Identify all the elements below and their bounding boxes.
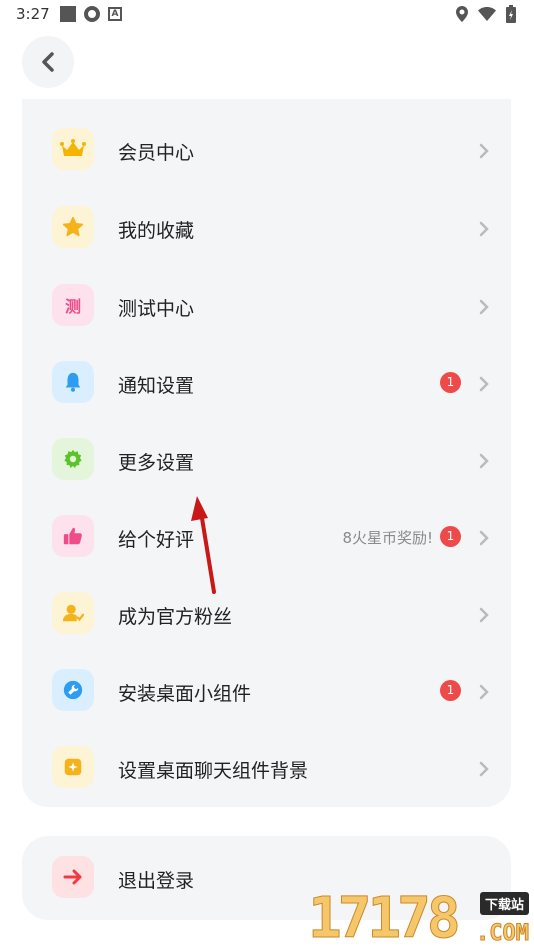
icon-container (52, 361, 94, 403)
icon-container (52, 592, 94, 634)
status-system-icons (456, 5, 516, 23)
wifi-icon (478, 7, 496, 21)
arrow-right-icon (63, 869, 82, 885)
menu-item-label: 给个好评 (118, 529, 195, 551)
menu-item-chat-widget-background[interactable]: 设置桌面聊天组件背景 (22, 729, 511, 807)
chevron-right-icon (479, 761, 489, 777)
widget-icon (63, 680, 83, 700)
menu-item-label: 我的收藏 (118, 220, 195, 242)
chevron-right-icon (479, 299, 489, 315)
gear-icon (64, 449, 82, 468)
status-notification-icons: A (60, 6, 122, 22)
thumbs-up-icon (63, 527, 82, 545)
chevron-right-icon (479, 376, 489, 392)
settings-menu-card: 会员中心 我的收藏 测 测试中心 通知设置 1 更多设置 给个好评 8火星币奖励… (22, 99, 511, 807)
status-time: 3:27 (16, 5, 50, 23)
chevron-right-icon (479, 221, 489, 237)
watermark-number: 17178 (308, 886, 462, 950)
menu-item-label: 成为官方粉丝 (118, 606, 233, 628)
menu-item-label: 设置桌面聊天组件背景 (118, 760, 309, 782)
app-notification-icon (60, 6, 76, 22)
icon-container (52, 515, 94, 557)
test-icon: 测 (64, 297, 81, 316)
menu-item-rate-app[interactable]: 给个好评 8火星币奖励! 1 (22, 498, 511, 576)
watermark-tag: 下载站 (479, 892, 529, 915)
crown-icon (60, 139, 86, 156)
menu-item-label: 会员中心 (118, 142, 195, 164)
chevron-right-icon (479, 607, 489, 623)
location-icon (456, 6, 468, 22)
menu-item-more-settings[interactable]: 更多设置 (22, 421, 511, 499)
bell-icon (65, 372, 81, 392)
a-notification-icon: A (108, 7, 122, 21)
icon-container (52, 128, 94, 170)
notification-badge: 1 (440, 526, 461, 547)
icon-container (52, 856, 94, 898)
notification-badge: 1 (440, 372, 461, 393)
menu-item-label: 测试中心 (118, 298, 195, 320)
background-icon (64, 758, 82, 776)
menu-item-label: 更多设置 (118, 452, 195, 474)
icon-container (52, 438, 94, 480)
menu-item-official-fan[interactable]: 成为官方粉丝 (22, 575, 511, 653)
chevron-left-icon (42, 52, 54, 72)
menu-item-label: 通知设置 (118, 375, 195, 397)
chevron-right-icon (479, 453, 489, 469)
fan-user-icon (62, 604, 84, 622)
menu-item-label: 安装桌面小组件 (118, 683, 252, 705)
battery-icon (506, 5, 516, 23)
back-button[interactable] (22, 36, 74, 88)
menu-item-test-center[interactable]: 测 测试中心 (22, 267, 511, 345)
notification-badge: 1 (440, 680, 461, 701)
icon-container (52, 206, 94, 248)
icon-container (52, 746, 94, 788)
icon-container (52, 669, 94, 711)
watermark-logo: 17178 下载站 .COM (308, 886, 533, 950)
menu-item-favorites[interactable]: 我的收藏 (22, 189, 511, 267)
reward-hint: 8火星币奖励! (342, 529, 433, 547)
menu-item-notification-settings[interactable]: 通知设置 1 (22, 344, 511, 422)
menu-item-vip-center[interactable]: 会员中心 (22, 111, 511, 189)
status-bar: 3:27 A (0, 0, 534, 30)
chevron-right-icon (479, 684, 489, 700)
chevron-right-icon (479, 143, 489, 159)
menu-item-install-widget[interactable]: 安装桌面小组件 1 (22, 652, 511, 730)
chevron-right-icon (479, 530, 489, 546)
sync-notification-icon (84, 6, 100, 22)
logout-label: 退出登录 (118, 870, 195, 892)
watermark-domain: .COM (476, 921, 530, 947)
icon-container: 测 (52, 284, 94, 326)
star-icon (62, 216, 84, 237)
